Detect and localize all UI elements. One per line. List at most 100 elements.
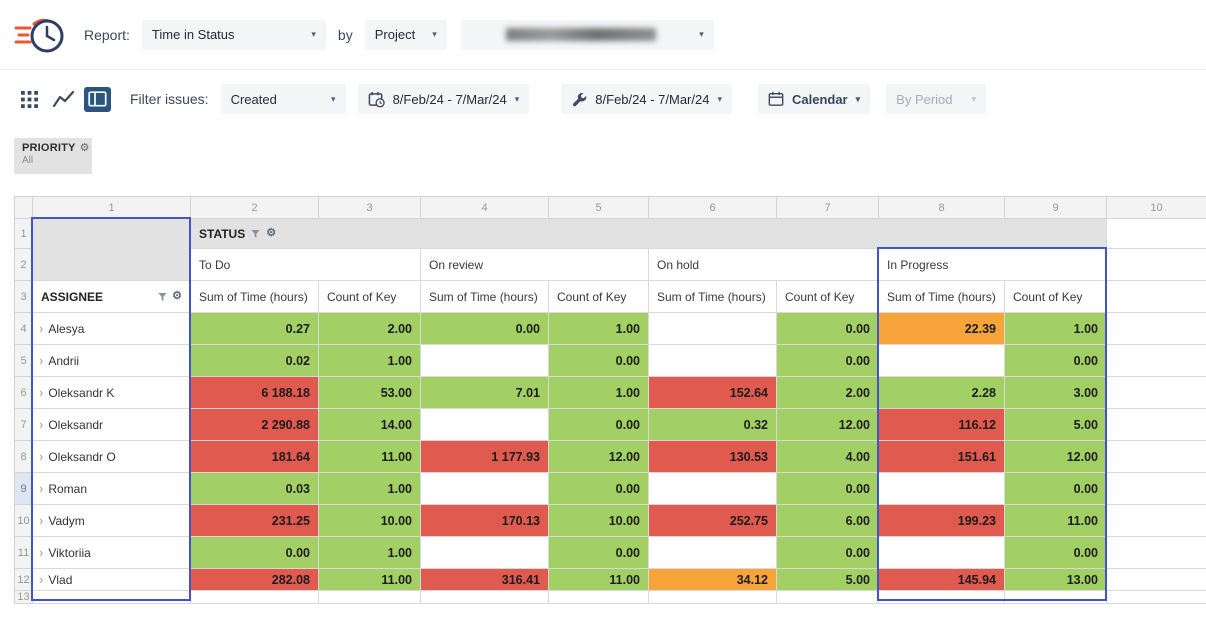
data-cell[interactable]: 1.00: [549, 313, 649, 345]
data-cell[interactable]: 0.00: [777, 473, 879, 505]
expand-chevron-icon[interactable]: ›: [39, 386, 43, 399]
data-cell[interactable]: 0.02: [191, 345, 319, 377]
data-cell[interactable]: 4.00: [777, 441, 879, 473]
data-cell[interactable]: 53.00: [319, 377, 421, 409]
assignee-cell[interactable]: ›Vlad: [33, 569, 191, 591]
priority-filter[interactable]: PRIORITY ⚙ All: [14, 138, 92, 174]
assignee-header[interactable]: ASSIGNEE⚙: [33, 281, 191, 313]
data-cell[interactable]: 0.00: [1005, 473, 1107, 505]
assignee-cell[interactable]: ›Oleksandr: [33, 409, 191, 441]
data-cell[interactable]: [649, 345, 777, 377]
data-cell[interactable]: 252.75: [649, 505, 777, 537]
data-cell[interactable]: [879, 537, 1005, 569]
gear-icon[interactable]: ⚙: [172, 291, 182, 302]
data-cell[interactable]: 1.00: [549, 377, 649, 409]
data-cell[interactable]: 0.27: [191, 313, 319, 345]
data-cell[interactable]: 10.00: [549, 505, 649, 537]
assignee-cell[interactable]: ›Andrii: [33, 345, 191, 377]
data-cell[interactable]: 151.61: [879, 441, 1005, 473]
measure-header[interactable]: Count of Key: [549, 281, 649, 313]
data-cell[interactable]: 10.00: [319, 505, 421, 537]
data-cell[interactable]: 0.00: [549, 345, 649, 377]
measure-header[interactable]: Count of Key: [1005, 281, 1107, 313]
data-cell[interactable]: 0.00: [1005, 537, 1107, 569]
data-cell[interactable]: 6.00: [777, 505, 879, 537]
grid-view-button[interactable]: [16, 87, 43, 112]
data-cell[interactable]: 7.01: [421, 377, 549, 409]
data-cell[interactable]: [879, 345, 1005, 377]
data-cell[interactable]: 1.00: [319, 345, 421, 377]
data-cell[interactable]: 316.41: [421, 569, 549, 591]
data-cell[interactable]: 12.00: [1005, 441, 1107, 473]
report-type-dropdown[interactable]: Time in Status ▾: [142, 20, 326, 50]
data-cell[interactable]: 13.00: [1005, 569, 1107, 591]
data-cell[interactable]: 12.00: [777, 409, 879, 441]
data-cell[interactable]: 22.39: [879, 313, 1005, 345]
assignee-cell[interactable]: ›Alesya: [33, 313, 191, 345]
status-group-on-hold[interactable]: On hold: [649, 249, 879, 281]
expand-chevron-icon[interactable]: ›: [39, 482, 43, 495]
data-cell[interactable]: 2.00: [777, 377, 879, 409]
data-cell[interactable]: [879, 473, 1005, 505]
data-cell[interactable]: 3.00: [1005, 377, 1107, 409]
measure-header[interactable]: Count of Key: [777, 281, 879, 313]
data-cell[interactable]: 0.00: [191, 537, 319, 569]
data-cell[interactable]: 152.64: [649, 377, 777, 409]
data-cell[interactable]: 0.32: [649, 409, 777, 441]
data-cell[interactable]: 282.08: [191, 569, 319, 591]
filter-field-dropdown[interactable]: Created ▾: [221, 84, 346, 114]
table-view-button[interactable]: [84, 87, 111, 112]
data-cell[interactable]: 2.28: [879, 377, 1005, 409]
data-cell[interactable]: 199.23: [879, 505, 1005, 537]
data-cell[interactable]: 0.00: [777, 345, 879, 377]
expand-chevron-icon[interactable]: ›: [39, 450, 43, 463]
chart-view-button[interactable]: [50, 87, 77, 112]
expand-chevron-icon[interactable]: ›: [39, 573, 43, 586]
data-cell[interactable]: [421, 473, 549, 505]
data-cell[interactable]: [649, 473, 777, 505]
project-dropdown[interactable]: ▾: [461, 20, 714, 50]
data-cell[interactable]: 0.00: [1005, 345, 1107, 377]
data-cell[interactable]: 2 290.88: [191, 409, 319, 441]
gear-icon[interactable]: ⚙: [80, 143, 90, 154]
expand-chevron-icon[interactable]: ›: [39, 514, 43, 527]
status-header[interactable]: STATUS⚙: [191, 219, 1107, 249]
data-cell[interactable]: 5.00: [1005, 409, 1107, 441]
expand-chevron-icon[interactable]: ›: [39, 418, 43, 431]
data-cell[interactable]: 0.00: [549, 473, 649, 505]
gear-icon[interactable]: ⚙: [266, 228, 276, 239]
expand-chevron-icon[interactable]: ›: [39, 354, 43, 367]
data-cell[interactable]: 0.00: [549, 409, 649, 441]
data-cell[interactable]: 231.25: [191, 505, 319, 537]
assignee-cell[interactable]: ›Oleksandr O: [33, 441, 191, 473]
data-cell[interactable]: 1 177.93: [421, 441, 549, 473]
data-cell[interactable]: 0.00: [777, 313, 879, 345]
status-group-to-do[interactable]: To Do: [191, 249, 421, 281]
date-range-dropdown[interactable]: 8/Feb/24 - 7/Mar/24 ▾: [358, 84, 530, 114]
expand-chevron-icon[interactable]: ›: [39, 546, 43, 559]
estimation-range-dropdown[interactable]: 8/Feb/24 - 7/Mar/24 ▾: [561, 84, 732, 114]
measure-header[interactable]: Sum of Time (hours): [649, 281, 777, 313]
data-cell[interactable]: [649, 537, 777, 569]
data-cell[interactable]: 0.03: [191, 473, 319, 505]
assignee-cell[interactable]: ›Vadym: [33, 505, 191, 537]
measure-header[interactable]: Sum of Time (hours): [191, 281, 319, 313]
data-cell[interactable]: 12.00: [549, 441, 649, 473]
data-cell[interactable]: 0.00: [421, 313, 549, 345]
data-cell[interactable]: 116.12: [879, 409, 1005, 441]
data-cell[interactable]: 170.13: [421, 505, 549, 537]
data-cell[interactable]: 130.53: [649, 441, 777, 473]
data-cell[interactable]: 1.00: [1005, 313, 1107, 345]
data-cell[interactable]: 11.00: [319, 441, 421, 473]
data-cell[interactable]: 1.00: [319, 537, 421, 569]
data-cell[interactable]: 0.00: [777, 537, 879, 569]
measure-header[interactable]: Sum of Time (hours): [421, 281, 549, 313]
data-cell[interactable]: 145.94: [879, 569, 1005, 591]
data-cell[interactable]: [421, 345, 549, 377]
assignee-cell[interactable]: ›Viktoriia: [33, 537, 191, 569]
calendar-dropdown[interactable]: Calendar ▾: [758, 84, 870, 114]
data-cell[interactable]: 5.00: [777, 569, 879, 591]
data-cell[interactable]: 11.00: [1005, 505, 1107, 537]
data-cell[interactable]: [421, 409, 549, 441]
group-by-dropdown[interactable]: Project ▾: [365, 20, 447, 50]
